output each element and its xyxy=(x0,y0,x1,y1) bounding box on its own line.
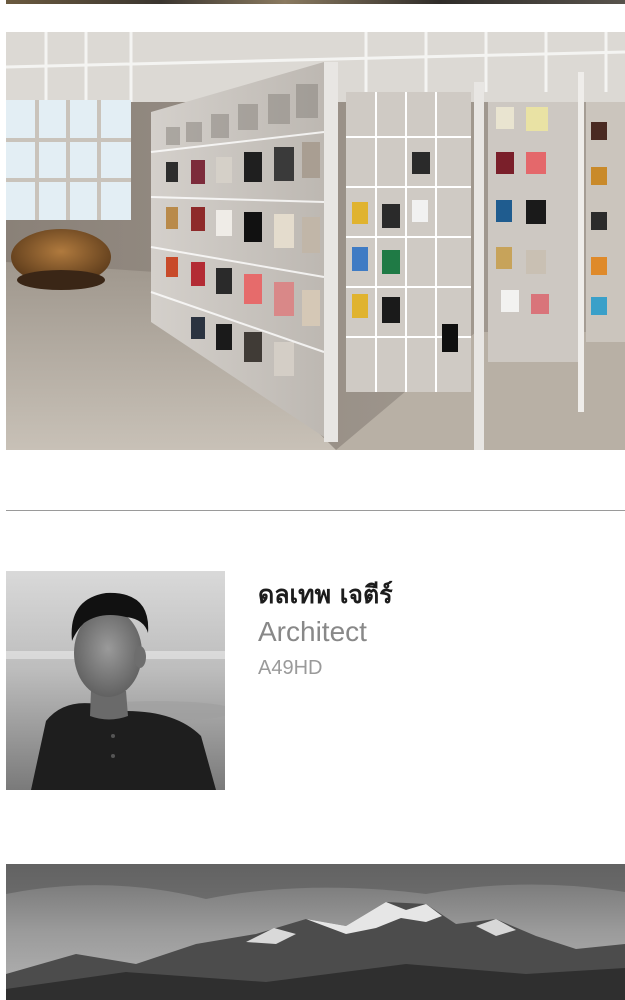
gallery-photo xyxy=(6,32,625,450)
mountain-photo xyxy=(6,864,625,1000)
profile-portrait xyxy=(6,571,225,790)
section-divider xyxy=(6,510,625,511)
profile-role: Architect xyxy=(258,616,367,647)
profile-company: A49HD xyxy=(258,657,323,679)
previous-image-edge xyxy=(6,0,625,4)
profile-name: ดลเทพ เจตีร์ xyxy=(258,580,393,609)
profile-info: ดลเทพ เจตีร์ Architect A49HD xyxy=(258,578,618,682)
